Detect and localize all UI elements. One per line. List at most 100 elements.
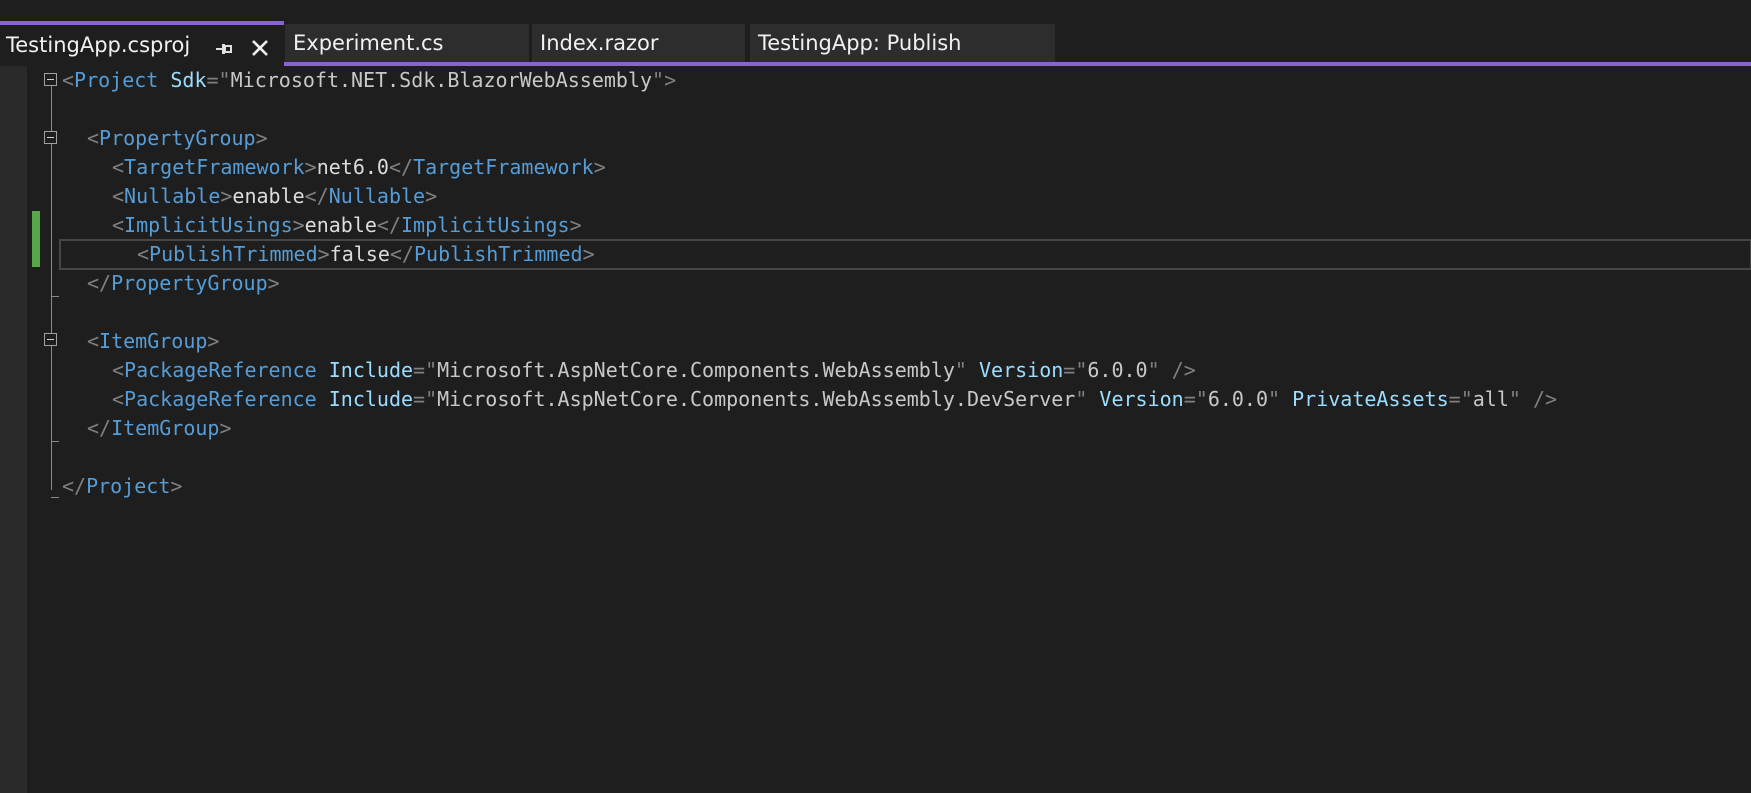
code-token: PrivateAssets [1292, 387, 1449, 411]
tab-testingapp-publish[interactable]: TestingApp: Publish [750, 24, 1055, 62]
code-token: "> [652, 68, 677, 92]
code-token: TargetFramework [124, 155, 305, 179]
code-token: Microsoft.NET.Sdk.BlazorWebAssembly [230, 68, 653, 92]
pin-icon[interactable] [212, 33, 234, 55]
outline-end-marker [51, 497, 59, 498]
code-token: </ [304, 184, 329, 208]
code-line[interactable]: <TargetFramework>net6.0</TargetFramework… [62, 153, 1751, 182]
code-token: > [170, 474, 183, 498]
code-token: > [220, 184, 233, 208]
code-token: " /> [1147, 358, 1196, 382]
tab-testingapp-csproj[interactable]: TestingApp.csproj [0, 21, 284, 66]
code-token: > [425, 184, 438, 208]
code-token: Sdk [170, 68, 207, 92]
code-token: Include [328, 387, 414, 411]
editor-margin [0, 66, 27, 793]
code-token: Microsoft.AspNetCore.Components.WebAssem… [437, 358, 955, 382]
code-token: </ [62, 474, 87, 498]
code-token: > [292, 213, 305, 237]
tab-experiment-cs[interactable]: Experiment.cs [285, 24, 529, 62]
code-token: PublishTrimmed [149, 242, 318, 266]
code-token: " [954, 358, 967, 382]
outline-end-marker [51, 441, 59, 442]
code-token: =" [1448, 387, 1473, 411]
code-token: PackageReference [124, 358, 317, 382]
code-line[interactable]: <Nullable>enable</Nullable> [62, 182, 1751, 211]
code-token: Include [328, 358, 414, 382]
editor-window: TestingApp.csproj Experiment.cs Index.ra… [0, 0, 1751, 793]
collapse-icon[interactable] [44, 131, 57, 144]
code-token: > [593, 155, 606, 179]
code-token: Project [86, 474, 171, 498]
code-line[interactable]: </ItemGroup> [62, 414, 1751, 443]
outline-guide [51, 86, 52, 490]
code-token: > [582, 242, 595, 266]
change-marker [32, 211, 40, 267]
code-line[interactable]: <PublishTrimmed>false</PublishTrimmed> [59, 239, 1751, 270]
code-line[interactable] [62, 95, 1751, 124]
code-token: PropertyGroup [99, 126, 256, 150]
code-line[interactable]: </PropertyGroup> [62, 269, 1751, 298]
code-line[interactable]: </Project> [62, 472, 1751, 501]
code-line[interactable] [62, 443, 1751, 472]
code-token: " [1268, 387, 1281, 411]
code-token: PackageReference [124, 387, 317, 411]
code-token: =" [206, 68, 231, 92]
code-line[interactable]: <PackageReference Include="Microsoft.Asp… [62, 356, 1751, 385]
code-token: all [1472, 387, 1509, 411]
code-line[interactable]: <ImplicitUsings>enable</ImplicitUsings> [62, 211, 1751, 240]
code-line[interactable]: <PackageReference Include="Microsoft.Asp… [62, 385, 1751, 414]
code-token: </ [376, 213, 402, 237]
code-token: </ [87, 416, 112, 440]
code-token: " [1075, 387, 1088, 411]
code-token: > [207, 329, 220, 353]
code-token: 6.0.0 [1207, 387, 1269, 411]
code-token: ItemGroup [111, 416, 220, 440]
code-token: < [112, 213, 125, 237]
code-token: > [255, 126, 268, 150]
code-token: Microsoft.AspNetCore.Components.WebAssem… [437, 387, 1076, 411]
code-line[interactable] [62, 298, 1751, 327]
tab-index-razor[interactable]: Index.razor [532, 24, 745, 62]
tab-label: Experiment.cs [293, 31, 444, 55]
code-editor[interactable]: <Project Sdk="Microsoft.NET.Sdk.BlazorWe… [59, 66, 1751, 501]
code-token: Nullable [124, 184, 221, 208]
code-token: </ [388, 155, 414, 179]
code-token: TargetFramework [413, 155, 594, 179]
document-tab-strip: TestingApp.csproj Experiment.cs Index.ra… [0, 0, 1751, 66]
collapse-icon[interactable] [44, 333, 57, 346]
code-token: < [62, 68, 75, 92]
code-token: net6.0 [316, 155, 389, 179]
code-token: < [87, 329, 100, 353]
code-token: </ [87, 271, 112, 295]
code-token: < [87, 126, 100, 150]
code-token: < [112, 358, 125, 382]
code-token: </ [389, 242, 414, 266]
close-icon[interactable] [248, 33, 272, 57]
tab-label: TestingApp.csproj [6, 33, 191, 57]
code-token: ImplicitUsings [401, 213, 570, 237]
code-token: < [112, 155, 125, 179]
outline-end-marker [51, 296, 59, 297]
collapse-icon[interactable] [44, 73, 57, 86]
code-token: PublishTrimmed [413, 242, 583, 266]
code-token: < [112, 184, 125, 208]
code-token: PropertyGroup [111, 271, 268, 295]
code-token: enable [232, 184, 305, 208]
code-token: 6.0.0 [1087, 358, 1148, 382]
code-token: < [112, 387, 125, 411]
code-token: > [317, 242, 330, 266]
code-token: =" [413, 387, 438, 411]
code-token: =" [413, 358, 438, 382]
code-token: false [329, 242, 390, 266]
code-line[interactable]: <PropertyGroup> [62, 124, 1751, 153]
code-line[interactable]: <ItemGroup> [62, 327, 1751, 356]
code-token: =" [1063, 358, 1088, 382]
code-line[interactable]: <Project Sdk="Microsoft.NET.Sdk.BlazorWe… [62, 66, 1751, 95]
code-token: Project [74, 68, 159, 92]
